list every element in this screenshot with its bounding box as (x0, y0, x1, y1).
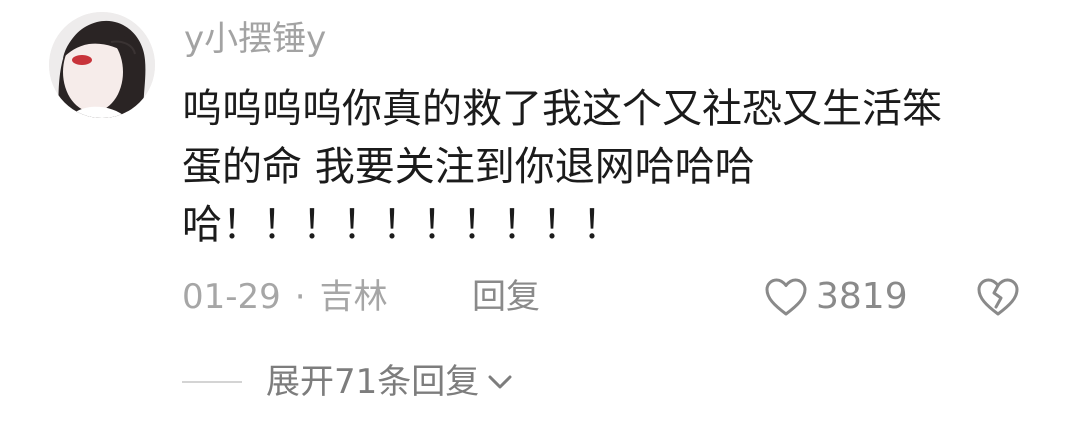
meta-separator: · (294, 277, 306, 317)
chevron-down-icon (488, 375, 512, 389)
comment-line: 呜呜呜呜你真的救了我这个又社恐又生活笨 (182, 86, 942, 132)
comment-location: 吉林 (319, 277, 388, 317)
like-count: 3819 (816, 276, 908, 317)
comment-meta: 01-29 · 吉林 (182, 273, 388, 321)
expand-replies-button[interactable]: 展开71条回复 (266, 358, 513, 406)
username[interactable]: y小摆锤y (184, 17, 326, 61)
dislike-button[interactable] (976, 276, 1020, 318)
broken-heart-icon (977, 278, 1019, 316)
expand-divider (182, 381, 242, 383)
comment-text: 呜呜呜呜你真的救了我这个又社恐又生活笨 蛋的命 我要关注到你退网哈哈哈 哈！！！… (182, 80, 1042, 254)
comment-date: 01-29 (182, 277, 281, 317)
avatar[interactable] (49, 12, 155, 118)
avatar-image (49, 12, 155, 118)
comment-line: 蛋的命 我要关注到你退网哈哈哈 (182, 144, 755, 190)
like-button[interactable]: 3819 (764, 273, 908, 321)
comment-line: 哈！！！！！！！！！！ (182, 202, 622, 248)
reply-button[interactable]: 回复 (472, 273, 540, 321)
heart-outline-icon (765, 278, 807, 316)
expand-replies-label: 展开71条回复 (266, 362, 480, 402)
